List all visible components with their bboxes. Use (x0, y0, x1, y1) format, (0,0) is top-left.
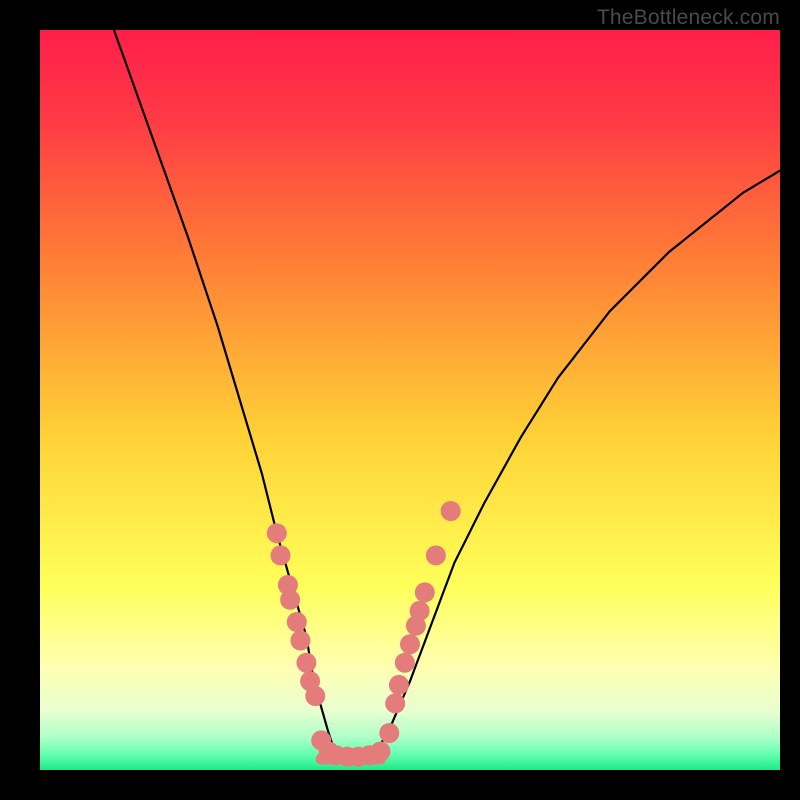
data-point (305, 686, 325, 706)
data-point (370, 742, 390, 762)
data-point (395, 653, 415, 673)
data-point (415, 582, 435, 602)
plot-area (40, 30, 780, 770)
watermark-text: TheBottleneck.com (597, 6, 780, 30)
data-point (410, 601, 430, 621)
data-point (287, 612, 307, 632)
data-point (267, 523, 287, 543)
chart-frame: TheBottleneck.com (0, 0, 800, 800)
data-point (379, 723, 399, 743)
data-point (389, 675, 409, 695)
data-point (441, 501, 461, 521)
data-point (426, 545, 446, 565)
data-point (290, 631, 310, 651)
data-point (385, 693, 405, 713)
data-point (296, 653, 316, 673)
data-point (271, 545, 291, 565)
chart-svg (40, 30, 780, 770)
data-point (400, 634, 420, 654)
data-point (280, 590, 300, 610)
